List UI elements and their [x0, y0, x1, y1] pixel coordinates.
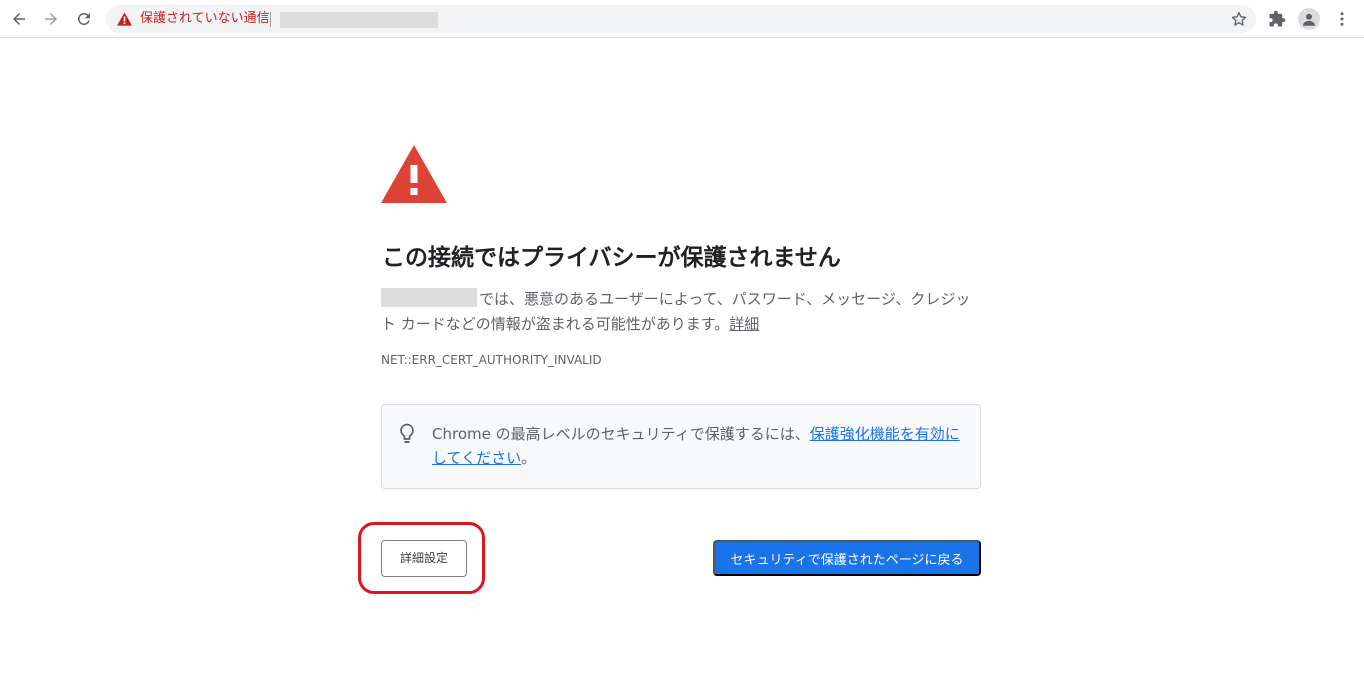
- warning-icon[interactable]: [117, 12, 132, 26]
- error-code: NET::ERR_CERT_AUTHORITY_INVALID: [381, 353, 602, 367]
- star-icon[interactable]: [1230, 10, 1248, 28]
- browser-toolbar: 保護されていない通信: [0, 0, 1364, 38]
- reload-button[interactable]: [70, 5, 98, 33]
- puzzle-icon: [1269, 10, 1286, 27]
- error-description: では、悪意のあるユーザーによって、パスワード、メッセージ、クレジット カードなど…: [381, 287, 977, 337]
- enhanced-protection-suffix: 。: [521, 449, 537, 467]
- warning-triangle-icon: [381, 145, 447, 203]
- omnibox-divider: [270, 12, 271, 27]
- forward-button[interactable]: [37, 5, 65, 33]
- page-title: この接続ではプライバシーが保護されません: [382, 245, 841, 271]
- reload-icon: [77, 12, 90, 25]
- menu-button[interactable]: [1331, 8, 1353, 30]
- back-to-safety-button[interactable]: セキュリティで保護されたページに戻る: [713, 540, 981, 576]
- kebab-menu-icon: [1340, 12, 1344, 26]
- profile-button[interactable]: [1298, 8, 1320, 30]
- extensions-button[interactable]: [1266, 8, 1288, 30]
- address-bar[interactable]: 保護されていない通信: [106, 5, 1256, 33]
- arrow-left-icon: [13, 13, 25, 25]
- url-text-masked[interactable]: [280, 12, 438, 28]
- enhanced-protection-box: Chrome の最高レベルのセキュリティで保護するには、保護強化機能を有効にして…: [381, 404, 981, 489]
- security-status-label[interactable]: 保護されていない通信: [140, 10, 270, 28]
- avatar-icon: [1298, 8, 1320, 30]
- back-button[interactable]: [5, 5, 33, 33]
- advanced-button[interactable]: 詳細設定: [381, 540, 467, 577]
- masked-hostname: [381, 288, 477, 307]
- details-link[interactable]: 詳細: [729, 315, 759, 333]
- enhanced-protection-text: Chrome の最高レベルのセキュリティで保護するには、保護強化機能を有効にして…: [432, 422, 962, 470]
- enhanced-protection-message: Chrome の最高レベルのセキュリティで保護するには、: [432, 425, 810, 443]
- lightbulb-icon: [400, 423, 414, 443]
- arrow-right-icon: [45, 13, 57, 25]
